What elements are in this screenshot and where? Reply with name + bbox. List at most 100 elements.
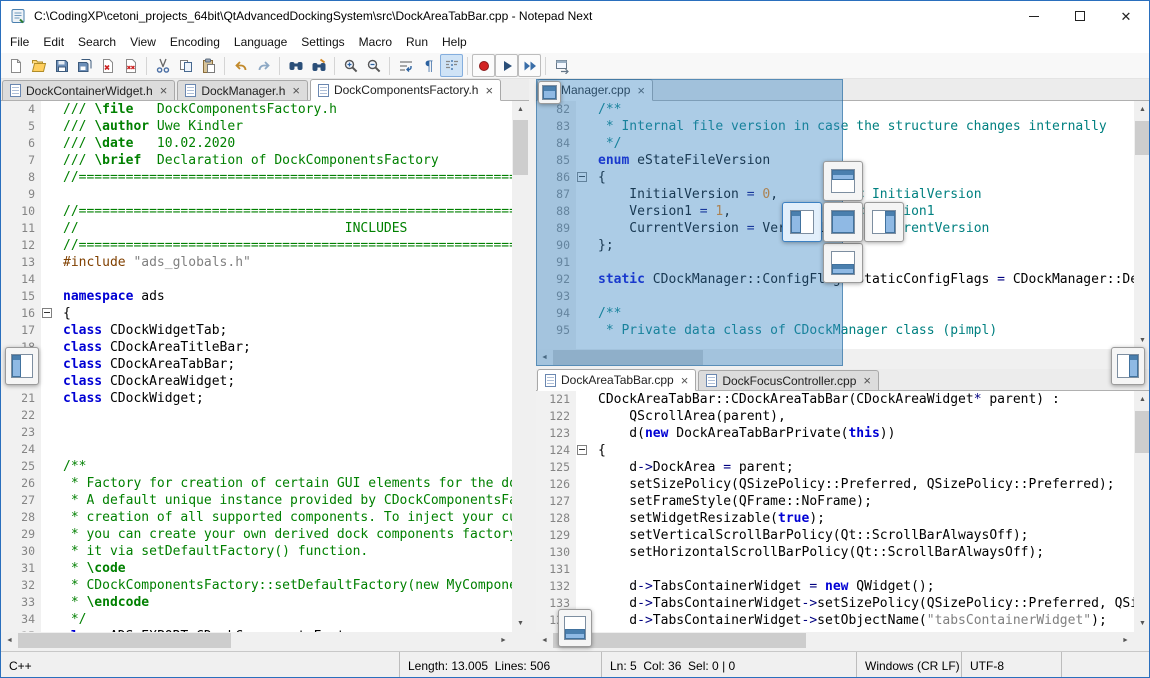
code-row: 34 */ bbox=[1, 611, 512, 628]
paste-button[interactable] bbox=[197, 54, 220, 77]
fold-margin bbox=[576, 561, 590, 578]
tab-close-icon[interactable]: × bbox=[863, 374, 871, 387]
toolbar-separator bbox=[545, 57, 546, 75]
topRight-vertical-scrollbar[interactable]: ▲▼ bbox=[1134, 101, 1150, 349]
tab-DockContainerWidget.h[interactable]: DockContainerWidget.h× bbox=[2, 80, 175, 100]
code-row: 23 bbox=[1, 424, 512, 441]
fold-marker[interactable] bbox=[41, 305, 55, 322]
find-button[interactable] bbox=[284, 54, 307, 77]
macro-record-button[interactable] bbox=[472, 54, 495, 77]
scroll-up-icon[interactable]: ▲ bbox=[1134, 391, 1150, 408]
undo-button[interactable] bbox=[229, 54, 252, 77]
redo-icon bbox=[256, 58, 272, 74]
zoom-in-button[interactable] bbox=[339, 54, 362, 77]
vertical-scroll-thumb[interactable] bbox=[1135, 121, 1150, 155]
drop-tab-indicator[interactable] bbox=[538, 81, 561, 104]
close-all-button[interactable] bbox=[119, 54, 142, 77]
tab-close-icon[interactable]: × bbox=[292, 84, 300, 97]
show-all-characters-button[interactable]: ¶ bbox=[417, 54, 440, 77]
launch-external-button[interactable] bbox=[550, 54, 573, 77]
menu-edit[interactable]: Edit bbox=[36, 31, 71, 53]
bottomRight-vertical-scrollbar[interactable]: ▲▼ bbox=[1134, 391, 1150, 632]
scroll-down-icon[interactable]: ▼ bbox=[1134, 615, 1150, 632]
cut-button[interactable] bbox=[151, 54, 174, 77]
horizontal-scroll-thumb[interactable] bbox=[18, 633, 231, 648]
left-horizontal-scrollbar[interactable]: ◄► bbox=[1, 632, 512, 649]
left-vertical-scrollbar[interactable]: ▲▼ bbox=[512, 101, 529, 632]
scroll-left-icon[interactable]: ◄ bbox=[1, 632, 18, 649]
scroll-up-icon[interactable]: ▲ bbox=[1134, 101, 1150, 118]
bottom-right-dock-area: DockAreaTabBar.cpp×DockFocusController.c… bbox=[536, 369, 1150, 649]
menu-run[interactable]: Run bbox=[399, 31, 435, 53]
bottomRight-horizontal-scrollbar[interactable]: ◄► bbox=[536, 632, 1134, 649]
menu-search[interactable]: Search bbox=[71, 31, 123, 53]
drop-area-center-indicator[interactable] bbox=[823, 202, 863, 242]
replace-button[interactable] bbox=[307, 54, 330, 77]
save-file-button[interactable] bbox=[50, 54, 73, 77]
tab-DockFocusController.cpp[interactable]: DockFocusController.cpp× bbox=[698, 370, 879, 390]
menubar: FileEditSearchViewEncodingLanguageSettin… bbox=[1, 31, 1149, 53]
tab-DockComponentsFactory.h[interactable]: DockComponentsFactory.h× bbox=[310, 79, 501, 101]
macro-play-button[interactable] bbox=[495, 54, 518, 77]
file-icon bbox=[706, 374, 717, 387]
fold-marker[interactable] bbox=[576, 442, 590, 459]
scroll-up-icon[interactable]: ▲ bbox=[512, 101, 529, 118]
menu-settings[interactable]: Settings bbox=[294, 31, 351, 53]
menu-file[interactable]: File bbox=[3, 31, 36, 53]
word-wrap-button[interactable] bbox=[394, 54, 417, 77]
indent-guide-button[interactable] bbox=[440, 54, 463, 77]
scroll-left-icon[interactable]: ◄ bbox=[536, 632, 553, 649]
edge-left-indicator[interactable] bbox=[5, 347, 39, 385]
tab-close-icon[interactable]: × bbox=[485, 84, 493, 97]
vertical-splitter[interactable] bbox=[529, 79, 536, 649]
tab-close-icon[interactable]: × bbox=[160, 84, 168, 97]
line-number: 32 bbox=[1, 577, 41, 594]
code-row: 123 d(new DockAreaTabBarPrivate(this)) bbox=[536, 425, 1134, 442]
menu-macro[interactable]: Macro bbox=[352, 31, 399, 53]
redo-button[interactable] bbox=[252, 54, 275, 77]
bottomRight-editor-surface[interactable]: 121CDockAreaTabBar::CDockAreaTabBar(CDoc… bbox=[536, 391, 1134, 632]
scrollbar-corner bbox=[512, 632, 529, 649]
new-file-button[interactable] bbox=[4, 54, 27, 77]
fold-margin bbox=[576, 391, 590, 408]
maximize-button[interactable] bbox=[1057, 1, 1103, 31]
line-number: 24 bbox=[1, 441, 41, 458]
macro-run-button[interactable] bbox=[518, 54, 541, 77]
drop-area-bottom-indicator[interactable] bbox=[823, 243, 863, 283]
left-editor-surface[interactable]: 4/// \file DockComponentsFactory.h5/// \… bbox=[1, 101, 512, 632]
edge-bottom-indicator[interactable] bbox=[558, 609, 592, 647]
tab-close-icon[interactable]: × bbox=[681, 374, 689, 387]
menu-encoding[interactable]: Encoding bbox=[163, 31, 227, 53]
close-file-button[interactable] bbox=[96, 54, 119, 77]
titlebar-stripe bbox=[833, 212, 853, 216]
edge-right-indicator[interactable] bbox=[1111, 347, 1145, 385]
status-encoding[interactable]: UTF-8 bbox=[961, 652, 1061, 678]
line-number: 28 bbox=[1, 509, 41, 526]
tab-DockAreaTabBar.cpp[interactable]: DockAreaTabBar.cpp× bbox=[537, 369, 696, 391]
scroll-right-icon[interactable]: ► bbox=[495, 632, 512, 649]
drop-area-top-indicator[interactable] bbox=[823, 161, 863, 201]
open-file-button[interactable] bbox=[27, 54, 50, 77]
tab-DockManager.h[interactable]: DockManager.h× bbox=[177, 80, 308, 100]
code-line: setSizePolicy(QSizePolicy::Preferred, QS… bbox=[590, 476, 1115, 493]
menu-view[interactable]: View bbox=[123, 31, 163, 53]
menu-help[interactable]: Help bbox=[435, 31, 474, 53]
vertical-scroll-thumb[interactable] bbox=[513, 120, 528, 175]
drop-area-right-indicator[interactable] bbox=[864, 202, 904, 242]
zoom-out-button[interactable] bbox=[362, 54, 385, 77]
menu-language[interactable]: Language bbox=[227, 31, 294, 53]
vertical-scroll-thumb[interactable] bbox=[1135, 411, 1150, 453]
code-line: class CDockAreaTitleBar; bbox=[55, 339, 251, 356]
copy-button[interactable] bbox=[174, 54, 197, 77]
code-row: 126 setSizePolicy(QSizePolicy::Preferred… bbox=[536, 476, 1134, 493]
drop-area-left-indicator[interactable] bbox=[782, 202, 822, 242]
line-number: 25 bbox=[1, 458, 41, 475]
scroll-right-icon[interactable]: ► bbox=[1117, 632, 1134, 649]
minimize-button[interactable] bbox=[1011, 1, 1057, 31]
save-all-button[interactable] bbox=[73, 54, 96, 77]
status-eol[interactable]: Windows (CR LF) bbox=[856, 652, 961, 678]
close-button[interactable]: ✕ bbox=[1103, 1, 1149, 31]
scroll-down-icon[interactable]: ▼ bbox=[512, 615, 529, 632]
status-language[interactable]: C++ bbox=[1, 652, 399, 678]
zoom-out-icon bbox=[366, 58, 382, 74]
